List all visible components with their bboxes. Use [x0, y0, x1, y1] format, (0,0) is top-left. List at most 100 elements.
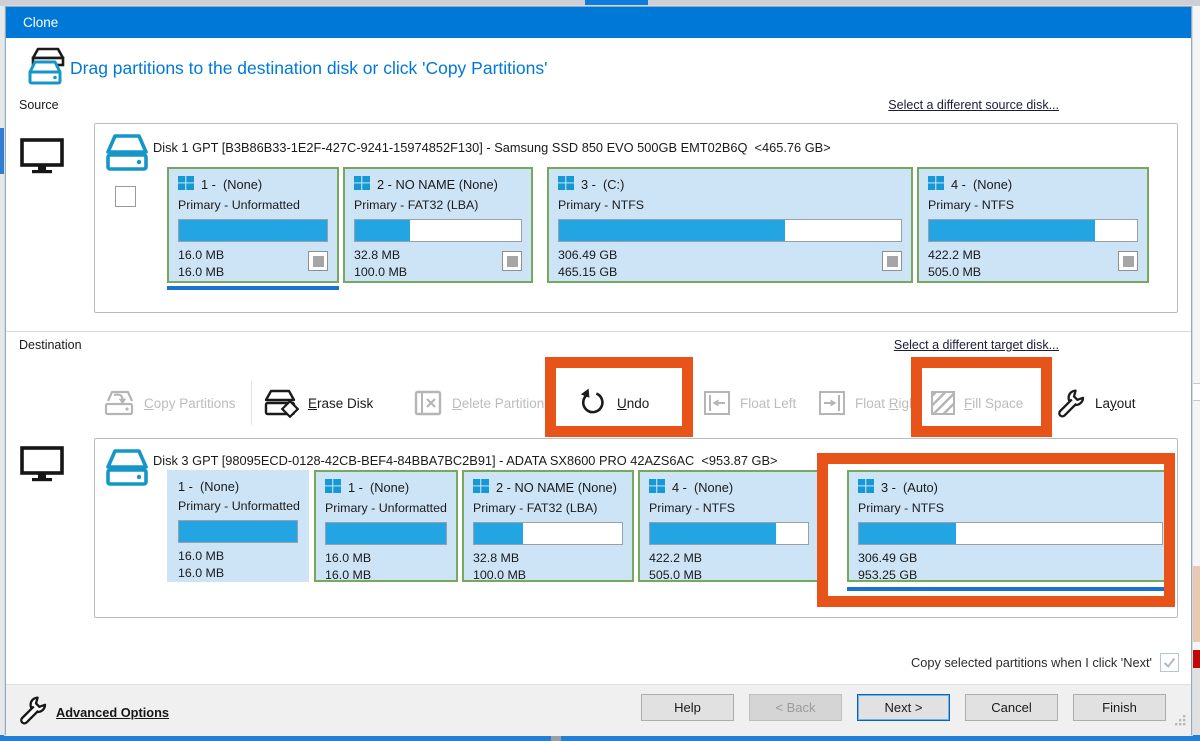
windows-flag-icon — [928, 176, 944, 193]
delete-partition-toolbar-button[interactable]: Delete Partition — [413, 388, 544, 418]
dst-partition-4[interactable]: 4 - (None)Primary - NTFS422.2 MB 505.0 M… — [638, 470, 820, 582]
help-button[interactable]: Help — [641, 694, 734, 721]
partition-usage-bar — [649, 522, 809, 545]
partition-sizes: 306.49 GB 953.25 GB — [858, 550, 1163, 582]
copy-partitions-icon — [101, 388, 135, 418]
undo-toolbar-button[interactable]: Undo — [578, 388, 649, 418]
toolbar-separator — [251, 381, 252, 425]
source-disk-group: Disk 1 GPT [B3B86B33-1E2F-427C-9241-1597… — [94, 123, 1178, 313]
partition-type: Primary - Unformatted — [178, 198, 328, 212]
float-left-toolbar-button[interactable]: Float Left — [703, 390, 796, 416]
partition-sizes: 422.2 MB 505.0 MB — [928, 247, 1138, 282]
windows-flag-icon — [178, 176, 194, 193]
copy-partitions-toolbar-button[interactable]: Copy Partitions — [101, 388, 236, 418]
select-source-disk-link[interactable]: Select a different source disk... — [888, 98, 1059, 112]
undo-icon — [578, 388, 608, 418]
partition-type: Primary - FAT32 (LBA) — [354, 198, 522, 212]
partition-sizes: 16.0 MB 16.0 MB — [178, 548, 298, 582]
partition-usage-fill — [929, 220, 1095, 241]
partition-usage-fill — [179, 220, 327, 241]
partition-usage-fill — [559, 220, 785, 241]
partition-usage-fill — [355, 220, 410, 241]
fill-space-toolbar-button[interactable]: Fill Space — [931, 391, 1023, 415]
dst-partition-2[interactable]: 1 - (None)Primary - Unformatted16.0 MB 1… — [314, 470, 458, 582]
src-partition-4[interactable]: 4 - (None)Primary - NTFS422.2 MB 505.0 M… — [917, 167, 1149, 283]
partition-name: 4 - (None) — [672, 480, 733, 495]
erase-disk-toolbar-button[interactable]: Erase Disk — [263, 388, 373, 418]
finish-button[interactable]: Finish — [1073, 694, 1166, 721]
layout-icon — [1056, 388, 1086, 418]
partition-name: 1 - (None) — [348, 480, 409, 495]
partition-name: 2 - NO NAME (None) — [377, 177, 498, 192]
windows-flag-icon — [325, 479, 341, 496]
partition-name: 3 - (Auto) — [881, 480, 938, 495]
float-left-icon — [703, 390, 731, 416]
delete-partition-label: Delete Partition — [452, 396, 544, 411]
windows-flag-icon — [558, 176, 574, 193]
clone-dialog: Clone Drag partitions to the destination… — [5, 6, 1192, 735]
resize-grip-icon[interactable] — [1173, 713, 1187, 732]
source-label: Source — [19, 98, 59, 112]
partition-usage-fill — [326, 523, 446, 544]
dst-partition-3[interactable]: 2 - NO NAME (None)Primary - FAT32 (LBA)3… — [462, 470, 634, 582]
instruction-title: Drag partitions to the destination disk … — [70, 58, 547, 79]
cancel-button[interactable]: Cancel — [965, 694, 1058, 721]
dst-partition-5[interactable]: 3 - (Auto) Primary - NTFS 306.49 GB 953.25… — [847, 470, 1174, 582]
source-monitor-icon — [19, 137, 65, 180]
window-title: Clone — [23, 15, 58, 30]
partition-checkbox[interactable] — [308, 251, 328, 271]
partition-type: Primary - Unformatted — [325, 501, 447, 515]
partition-checkbox[interactable] — [502, 251, 522, 271]
src-partition-2[interactable]: 2 - NO NAME (None) Primary - FAT32 (LBA) 3… — [343, 167, 533, 283]
partition-type: Primary - NTFS — [928, 198, 1138, 212]
float-right-toolbar-button[interactable]: Float Right — [818, 390, 920, 416]
next-button[interactable]: Next > — [857, 694, 950, 721]
layout-label: Layout — [1095, 396, 1136, 411]
copy-partitions-label: Copy Partitions — [144, 396, 236, 411]
partition-usage-bar — [325, 522, 447, 545]
partition-name: 3 - (C:) — [581, 177, 624, 192]
layout-toolbar-button[interactable]: Layout — [1056, 388, 1136, 418]
partition-checkbox[interactable] — [1118, 251, 1138, 271]
partition-usage-bar — [558, 219, 902, 242]
partition-usage-bar — [928, 219, 1138, 242]
background-right-gray-block — [1193, 668, 1200, 735]
source-partitions: 1 - (None)Primary - Unformatted16.0 MB 1… — [95, 124, 1177, 312]
fill-space-icon — [931, 391, 955, 415]
back-button[interactable]: < Back — [749, 694, 842, 721]
fill-space-label: Fill Space — [964, 396, 1023, 411]
partition-checkbox[interactable] — [882, 251, 902, 271]
advanced-options-link[interactable]: Advanced Options — [18, 695, 169, 730]
partition-sizes: 306.49 GB 465.15 GB — [558, 247, 902, 282]
src-partition-1[interactable]: 1 - (None)Primary - Unformatted16.0 MB 1… — [167, 167, 339, 283]
copy-confirm-checkbox[interactable] — [1160, 653, 1179, 672]
partition-type: Primary - FAT32 (LBA) — [473, 501, 623, 515]
src-partition-3[interactable]: 3 - (C:) Primary - NTFS 306.49 GB 465.15 G… — [547, 167, 913, 283]
delete-partition-icon — [413, 388, 443, 418]
partition-usage-bar — [354, 219, 522, 242]
copy-confirm-label: Copy selected partitions when I click 'N… — [911, 655, 1152, 670]
title-bar[interactable]: Clone — [6, 7, 1191, 38]
partition-usage-bar — [858, 522, 1163, 545]
partition-type: Primary - NTFS — [558, 198, 902, 212]
destination-selected-partition-underline — [847, 587, 1174, 591]
partition-sizes: 32.8 MB 100.0 MB — [354, 247, 522, 282]
select-target-disk-link[interactable]: Select a different target disk... — [894, 338, 1059, 352]
float-left-label: Float Left — [740, 396, 796, 411]
float-right-label: Float Right — [855, 396, 920, 411]
windows-flag-icon — [649, 479, 665, 496]
windows-flag-icon — [354, 176, 370, 193]
source-selected-partition-underline — [167, 286, 339, 290]
windows-flag-icon — [858, 479, 874, 496]
copy-confirm-row: Copy selected partitions when I click 'N… — [911, 653, 1179, 672]
partition-type: Primary - Unformatted — [178, 499, 298, 513]
partition-name: 1 - (None) — [201, 177, 262, 192]
erase-disk-label: Erase Disk — [308, 396, 373, 411]
disk-stack-icon — [27, 47, 67, 92]
partition-usage-bar — [473, 522, 623, 545]
partition-type: Primary - NTFS — [858, 501, 1163, 515]
wrench-icon — [18, 695, 48, 730]
undo-label: Undo — [617, 396, 649, 411]
partition-usage-fill — [859, 523, 956, 544]
dst-partition-1[interactable]: 1 - (None)Primary - Unformatted16.0 MB 1… — [167, 470, 309, 582]
